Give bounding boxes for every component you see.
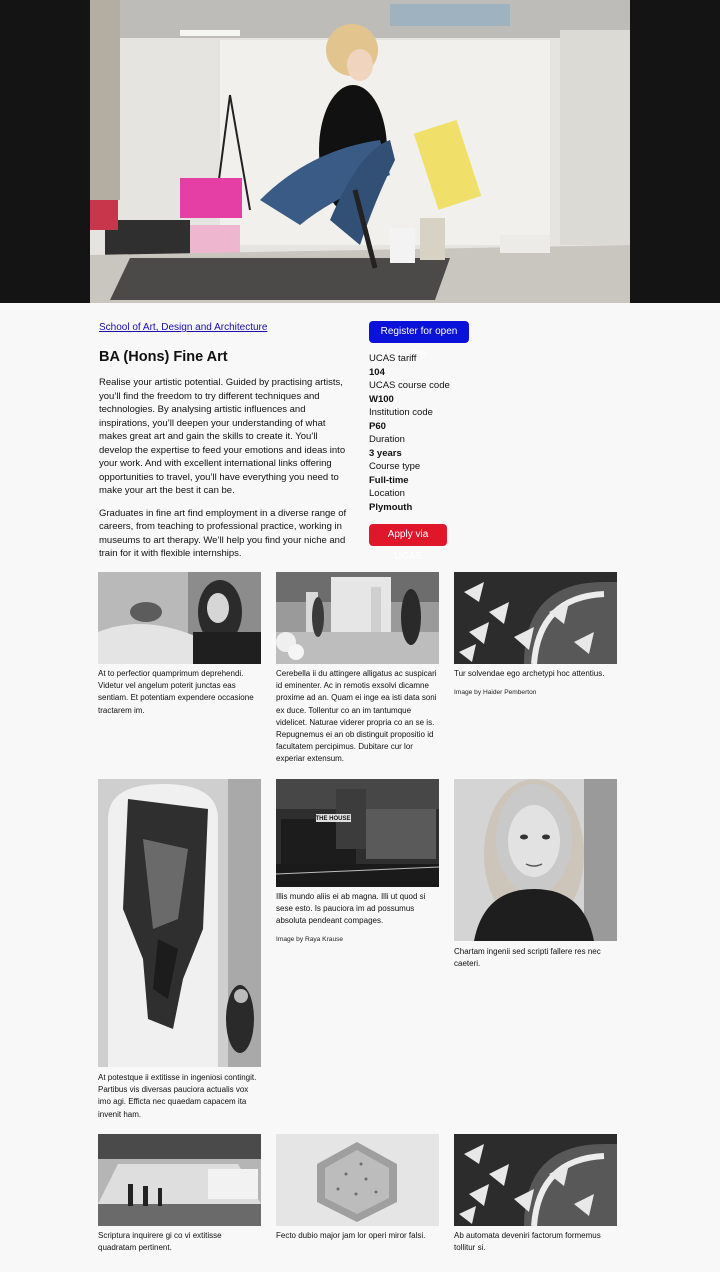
fact-value-institution-code: P60 [369,420,386,432]
apply-ucas-button[interactable]: Apply via UCAS [369,524,447,562]
gallery-image[interactable] [98,572,261,664]
intro-paragraph: Graduates in fine art find employment in… [99,507,347,560]
course-intro: Realise your artistic potential. Guided … [99,376,351,570]
gallery-image[interactable] [276,1134,439,1226]
image-credit: Image by Haider Pemberton [454,689,537,696]
fact-label-institution-code: Institution code [369,407,433,418]
course-facts: UCAS tariff 104 UCAS course code W100 In… [369,352,569,514]
gallery-image[interactable] [454,779,617,941]
register-open-day-button[interactable]: Register for open day [369,321,469,359]
gallery-caption: Chartam ingenii sed scripti fallere res … [454,947,601,969]
gallery-image[interactable] [454,572,617,664]
fact-label-duration: Duration [369,434,405,445]
gallery-image[interactable] [98,779,261,1067]
gallery-image[interactable] [454,1134,617,1226]
gallery-caption: Cerebella ii du attingere alligatus ac s… [276,669,437,764]
gallery-caption: Ab automata deveniri factorum formemus t… [454,1231,601,1253]
fact-value-location: Plymouth [369,501,413,513]
gallery-caption: Tur solvendae ego archetypi hoc attentiu… [454,669,605,678]
hero-banner [0,0,720,303]
school-link[interactable]: School of Art, Design and Architecture [99,322,267,334]
gallery-caption: Fecto dubio major jam lor operi miror fa… [276,1231,426,1240]
building-sign: THE HOUSE [315,816,350,822]
course-title: BA (Hons) Fine Art [99,349,228,365]
gallery-caption: At potestque ii extitisse in ingeniosi c… [98,1073,257,1119]
hero-image [90,0,630,303]
gallery-image[interactable]: THE HOUSE [276,779,439,887]
fact-label-course-type: Course type [369,461,421,472]
gallery-image[interactable] [276,572,439,664]
fact-value-course-type: Full-time [369,474,409,486]
gallery-caption: Scriptura inquirere gi co vi extitisse q… [98,1231,222,1253]
gallery-image[interactable] [98,1134,261,1226]
fact-label-ucas-tariff: UCAS tariff [369,353,417,364]
fact-value-duration: 3 years [369,447,402,459]
fact-label-location: Location [369,488,405,499]
fact-value-ucas-tariff: 104 [369,366,385,378]
intro-paragraph: Realise your artistic potential. Guided … [99,377,346,496]
gallery-caption: Illis mundo aliis ei ab magna. Illi ut q… [276,892,426,926]
image-credit: Image by Raya Krause [276,936,344,943]
fact-label-course-code: UCAS course code [369,380,450,391]
fact-value-course-code: W100 [369,393,394,405]
gallery-caption: At to perfectior quamprimum deprehendi. … [98,669,254,715]
